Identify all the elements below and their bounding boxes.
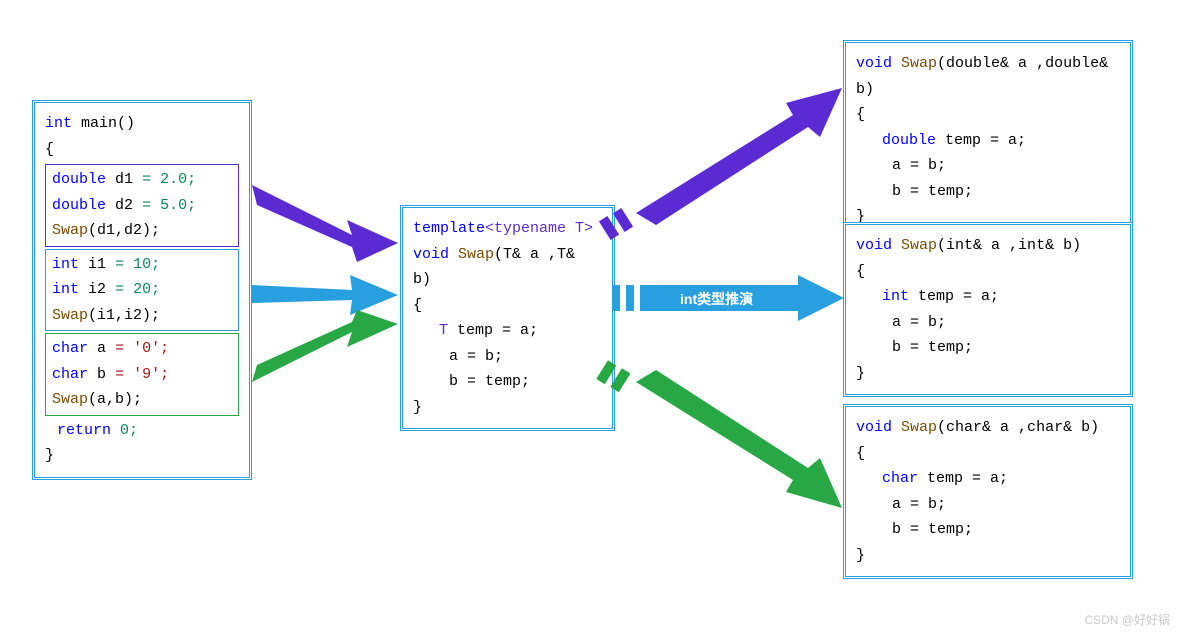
line: char b = '9'; <box>52 362 232 388</box>
line: b = temp; <box>856 517 1120 543</box>
line: int i1 = 10; <box>52 252 232 278</box>
template-code-box: template<typename T> void Swap(T& a ,T& … <box>400 205 615 431</box>
line: double d2 = 5.0; <box>52 193 232 219</box>
line: a = b; <box>413 344 602 370</box>
line: { <box>413 293 602 319</box>
brace-close: } <box>45 443 239 469</box>
line: void Swap(T& a ,T& b) <box>413 242 602 293</box>
line: int i2 = 20; <box>52 277 232 303</box>
line: double temp = a; <box>856 128 1120 154</box>
line: b = temp; <box>856 179 1120 205</box>
main-sig: int main() <box>45 111 239 137</box>
arrow-int-in <box>252 270 402 320</box>
watermark: CSDN @好好锅 <box>1084 611 1170 628</box>
char-instantiation-box: void Swap(char& a ,char& b) { char temp … <box>843 404 1133 579</box>
line: a = b; <box>856 310 1120 336</box>
line: b = temp; <box>413 369 602 395</box>
line: template<typename T> <box>413 216 602 242</box>
brace-open: { <box>45 137 239 163</box>
line: int temp = a; <box>856 284 1120 310</box>
return-line: return 0; <box>45 418 239 444</box>
line: double d1 = 2.0; <box>52 167 232 193</box>
line: } <box>856 543 1120 569</box>
main-code-box: int main() { double d1 = 2.0; double d2 … <box>32 100 252 480</box>
label-char: char类型推演 <box>666 409 749 471</box>
int-block: int i1 = 10; int i2 = 20; Swap(i1,i2); <box>45 249 239 332</box>
line: void Swap(int& a ,int& b) <box>856 233 1120 259</box>
line: Swap(a,b); <box>52 387 232 413</box>
line: Swap(d1,d2); <box>52 218 232 244</box>
line: a = b; <box>856 492 1120 518</box>
arrow-char-in <box>252 310 402 390</box>
line: void Swap(char& a ,char& b) <box>856 415 1120 441</box>
line: Swap(i1,i2); <box>52 303 232 329</box>
int-instantiation-box: void Swap(int& a ,int& b) { int temp = a… <box>843 222 1133 397</box>
line: b = temp; <box>856 335 1120 361</box>
line: void Swap(double& a ,double& b) <box>856 51 1120 102</box>
line: } <box>856 361 1120 387</box>
line: { <box>856 259 1120 285</box>
line: a = b; <box>856 153 1120 179</box>
fn-name: main <box>81 115 117 132</box>
double-instantiation-box: void Swap(double& a ,double& b) { double… <box>843 40 1133 241</box>
char-block: char a = '0'; char b = '9'; Swap(a,b); <box>45 333 239 416</box>
line: } <box>413 395 602 421</box>
type-keyword: int <box>45 115 72 132</box>
arrow-double-in <box>252 185 402 265</box>
label-int: int类型推演 <box>680 289 753 309</box>
line: char a = '0'; <box>52 336 232 362</box>
line: { <box>856 102 1120 128</box>
params: () <box>117 115 135 132</box>
line: char temp = a; <box>856 466 1120 492</box>
line: { <box>856 441 1120 467</box>
double-block: double d1 = 2.0; double d2 = 5.0; Swap(d… <box>45 164 239 247</box>
label-double: double类型推演 <box>662 123 759 194</box>
line: T temp = a; <box>413 318 602 344</box>
